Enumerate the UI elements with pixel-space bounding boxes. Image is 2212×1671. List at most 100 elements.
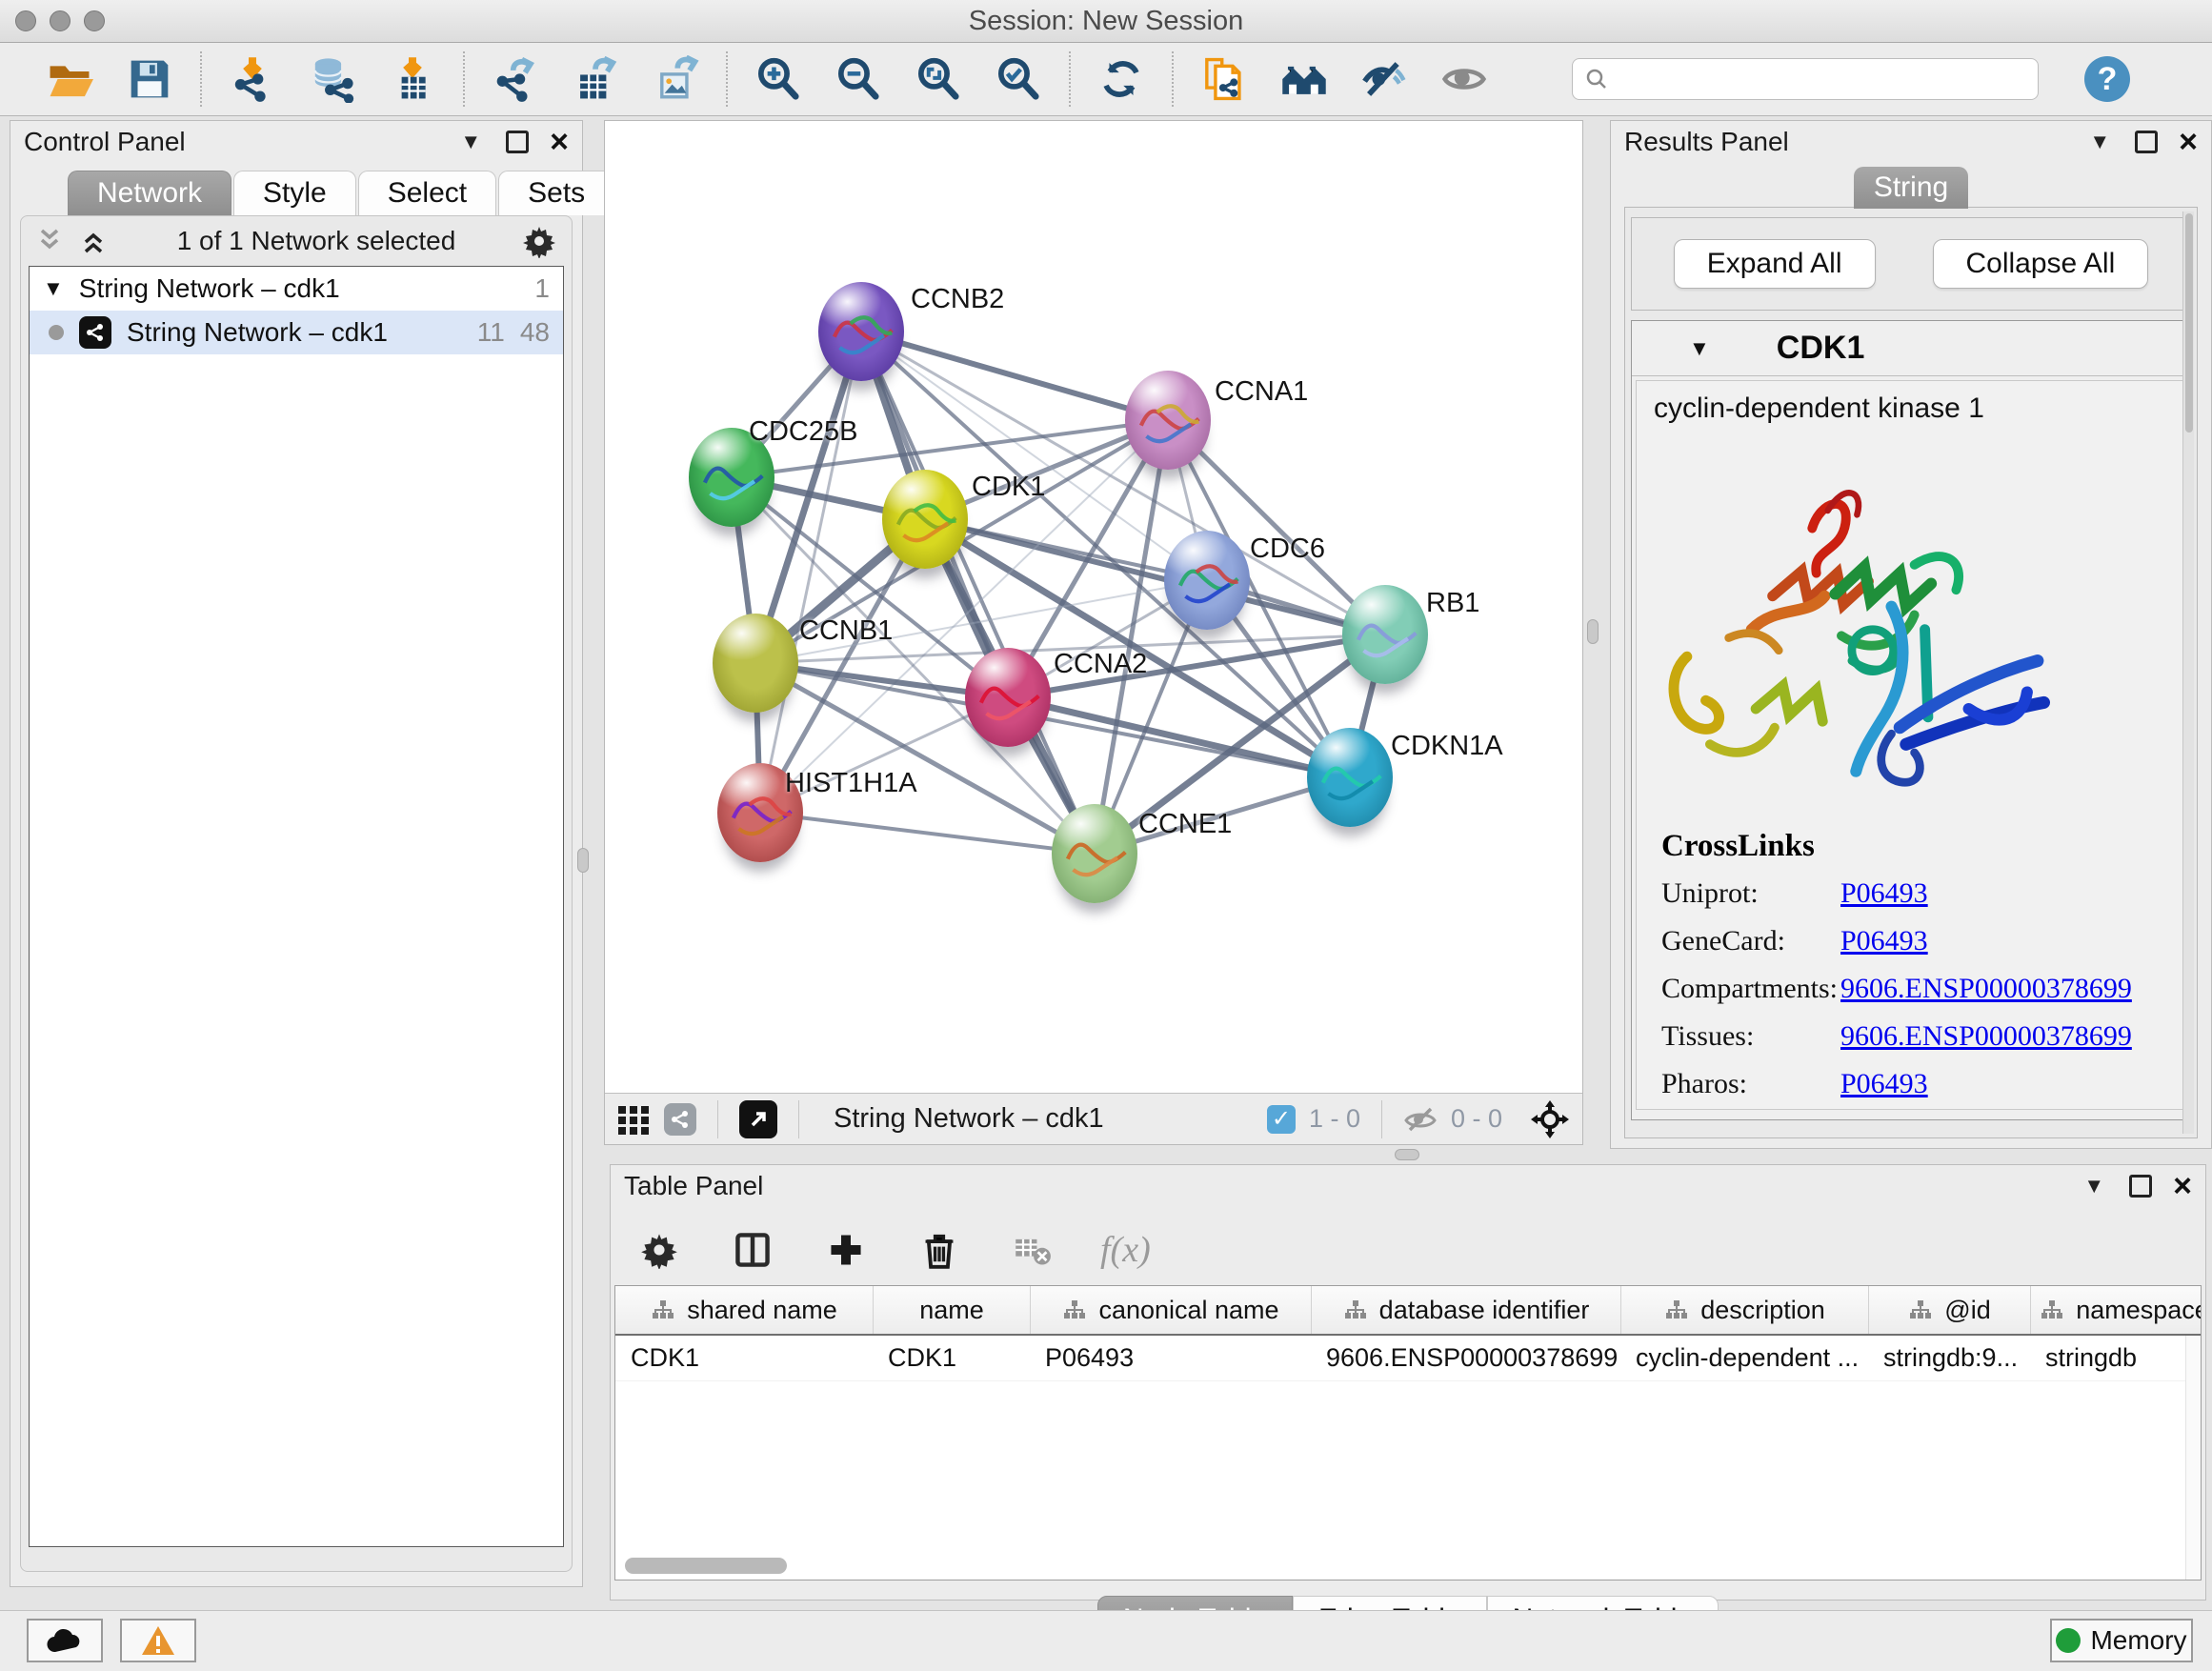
network-selection-status: 1 of 1 Network selected bbox=[124, 226, 509, 256]
node-CDC6[interactable] bbox=[1164, 531, 1250, 630]
column-header-canonical-name[interactable]: canonical name bbox=[1030, 1286, 1311, 1334]
column-header-database-identifier[interactable]: database identifier bbox=[1311, 1286, 1620, 1334]
table-cell[interactable]: stringdb bbox=[2030, 1336, 2202, 1380]
column-header-shared-name[interactable]: shared name bbox=[615, 1286, 873, 1334]
tab-string[interactable]: String bbox=[1854, 167, 1968, 209]
right-splitter-handle[interactable] bbox=[1587, 619, 1599, 644]
crosslink-link[interactable]: P06493 bbox=[1840, 877, 1928, 910]
first-neighbors-icon[interactable] bbox=[1278, 53, 1330, 105]
column-header--id[interactable]: @id bbox=[1868, 1286, 2030, 1334]
warnings-button[interactable] bbox=[120, 1619, 196, 1662]
hide-selection-icon[interactable] bbox=[1358, 53, 1410, 105]
node-CCNA1[interactable] bbox=[1125, 371, 1211, 470]
close-panel-icon[interactable]: × bbox=[550, 126, 569, 158]
tab-sets[interactable]: Sets bbox=[498, 171, 614, 215]
export-table-icon[interactable] bbox=[570, 53, 621, 105]
export-image-icon[interactable] bbox=[650, 53, 701, 105]
detach-view-icon[interactable] bbox=[739, 1100, 777, 1138]
import-table-file-icon[interactable] bbox=[387, 53, 438, 105]
maximize-window-button[interactable] bbox=[84, 10, 105, 31]
function-builder-icon[interactable]: f(x) bbox=[1100, 1229, 1151, 1271]
node-CCNE1[interactable] bbox=[1052, 804, 1137, 903]
cloud-status-button[interactable] bbox=[27, 1619, 103, 1662]
column-header-name[interactable]: name bbox=[873, 1286, 1030, 1334]
table-panel-title: Table Panel bbox=[624, 1171, 763, 1201]
network-collection-row[interactable]: ▼ String Network – cdk1 1 bbox=[30, 267, 563, 311]
close-window-button[interactable] bbox=[15, 10, 36, 31]
float-panel-icon[interactable] bbox=[2135, 131, 2158, 153]
tab-select[interactable]: Select bbox=[358, 171, 496, 215]
table-horizontal-scrollbar[interactable] bbox=[625, 1558, 787, 1574]
table-cell[interactable]: P06493 bbox=[1030, 1336, 1311, 1380]
expand-all-button[interactable]: Expand All bbox=[1674, 239, 1876, 289]
table-vertical-scrollbar[interactable] bbox=[2185, 1336, 2201, 1580]
network-grid-view-icon[interactable] bbox=[616, 1102, 651, 1137]
column-header-namespace[interactable]: namespace bbox=[2030, 1286, 2202, 1334]
panel-menu-icon[interactable]: ▼ bbox=[2089, 130, 2110, 154]
node-CCNB2[interactable] bbox=[818, 282, 904, 381]
zoom-out-icon[interactable] bbox=[833, 53, 884, 105]
crosslink-link[interactable]: P06493 bbox=[1840, 925, 1928, 957]
table-cell[interactable]: cyclin-dependent ... bbox=[1620, 1336, 1868, 1380]
entry-expander-icon[interactable]: ▼ bbox=[1689, 336, 1710, 361]
results-scrollbar[interactable] bbox=[2182, 211, 2194, 1134]
table-cell[interactable]: 9606.ENSP00000378699 bbox=[1311, 1336, 1620, 1380]
minimize-window-button[interactable] bbox=[50, 10, 70, 31]
save-session-icon[interactable] bbox=[124, 53, 175, 105]
export-network-icon[interactable] bbox=[490, 53, 541, 105]
search-input[interactable] bbox=[1617, 65, 2026, 94]
zoom-in-icon[interactable] bbox=[753, 53, 804, 105]
collapse-all-button[interactable]: Collapse All bbox=[1933, 239, 2149, 289]
zoom-fit-content-icon[interactable] bbox=[913, 53, 964, 105]
table-cell[interactable]: CDK1 bbox=[873, 1336, 1030, 1380]
node-CDK1[interactable] bbox=[882, 470, 968, 569]
import-network-database-icon[interactable] bbox=[307, 53, 358, 105]
table-cell[interactable]: CDK1 bbox=[615, 1336, 873, 1380]
network-canvas[interactable]: CCNB2CCNA1CDC25BCDK1CDC6RB1CCNB1CCNA2CDK… bbox=[605, 121, 1582, 1093]
node-CCNB1[interactable] bbox=[713, 614, 798, 713]
tab-style[interactable]: Style bbox=[233, 171, 356, 215]
node-RB1[interactable] bbox=[1342, 585, 1428, 684]
node-CCNA2[interactable] bbox=[965, 648, 1051, 747]
tab-network[interactable]: Network bbox=[68, 171, 231, 215]
table-cell[interactable]: stringdb:9... bbox=[1868, 1336, 2030, 1380]
close-panel-icon[interactable]: × bbox=[2179, 126, 2198, 158]
collection-expander-icon[interactable]: ▼ bbox=[43, 276, 64, 301]
birds-eye-toggle-icon[interactable] bbox=[1529, 1098, 1571, 1140]
network-from-clipboard-icon[interactable] bbox=[1198, 53, 1250, 105]
node-CDKN1A[interactable] bbox=[1307, 728, 1393, 827]
crosslink-link[interactable]: P06493 bbox=[1840, 1068, 1928, 1100]
network-options-gear-icon[interactable] bbox=[522, 224, 556, 258]
selected-indicator-checkbox[interactable]: ✓ bbox=[1267, 1105, 1296, 1134]
collapse-all-networks-icon[interactable] bbox=[36, 227, 67, 255]
add-column-icon[interactable] bbox=[820, 1224, 872, 1276]
zoom-selected-icon[interactable] bbox=[993, 53, 1044, 105]
import-network-file-icon[interactable] bbox=[227, 53, 278, 105]
delete-table-icon[interactable] bbox=[1007, 1224, 1058, 1276]
open-session-icon[interactable] bbox=[44, 53, 95, 105]
column-header-description[interactable]: description bbox=[1620, 1286, 1868, 1334]
close-panel-icon[interactable]: × bbox=[2173, 1170, 2192, 1202]
show-columns-icon[interactable] bbox=[727, 1224, 778, 1276]
help-icon[interactable]: ? bbox=[2084, 56, 2130, 102]
hidden-eye-icon[interactable] bbox=[1403, 1105, 1438, 1134]
memory-button[interactable]: Memory bbox=[2050, 1619, 2193, 1662]
show-all-icon[interactable] bbox=[1438, 53, 1490, 105]
node-label-CCNB1: CCNB1 bbox=[799, 615, 893, 647]
panel-menu-icon[interactable]: ▼ bbox=[2083, 1174, 2104, 1198]
horizontal-splitter-handle[interactable] bbox=[1395, 1149, 1419, 1160]
expand-all-networks-icon[interactable] bbox=[80, 227, 111, 255]
crosslink-link[interactable]: 9606.ENSP00000378699 bbox=[1840, 1020, 2132, 1053]
refresh-view-icon[interactable] bbox=[1096, 53, 1147, 105]
table-settings-gear-icon[interactable] bbox=[633, 1224, 685, 1276]
float-panel-icon[interactable] bbox=[2129, 1175, 2152, 1198]
crosslink-link[interactable]: 9606.ENSP00000378699 bbox=[1840, 973, 2132, 1005]
string-view-icon[interactable] bbox=[664, 1103, 696, 1136]
panel-menu-icon[interactable]: ▼ bbox=[460, 130, 481, 154]
crosslink-label: Uniprot: bbox=[1661, 877, 1840, 910]
table-row[interactable]: CDK1CDK1P064939606.ENSP00000378699cyclin… bbox=[615, 1336, 2201, 1381]
delete-column-icon[interactable] bbox=[914, 1224, 965, 1276]
left-splitter-handle[interactable] bbox=[577, 848, 589, 873]
float-panel-icon[interactable] bbox=[506, 131, 529, 153]
network-row[interactable]: String Network – cdk1 11 48 bbox=[30, 311, 563, 354]
